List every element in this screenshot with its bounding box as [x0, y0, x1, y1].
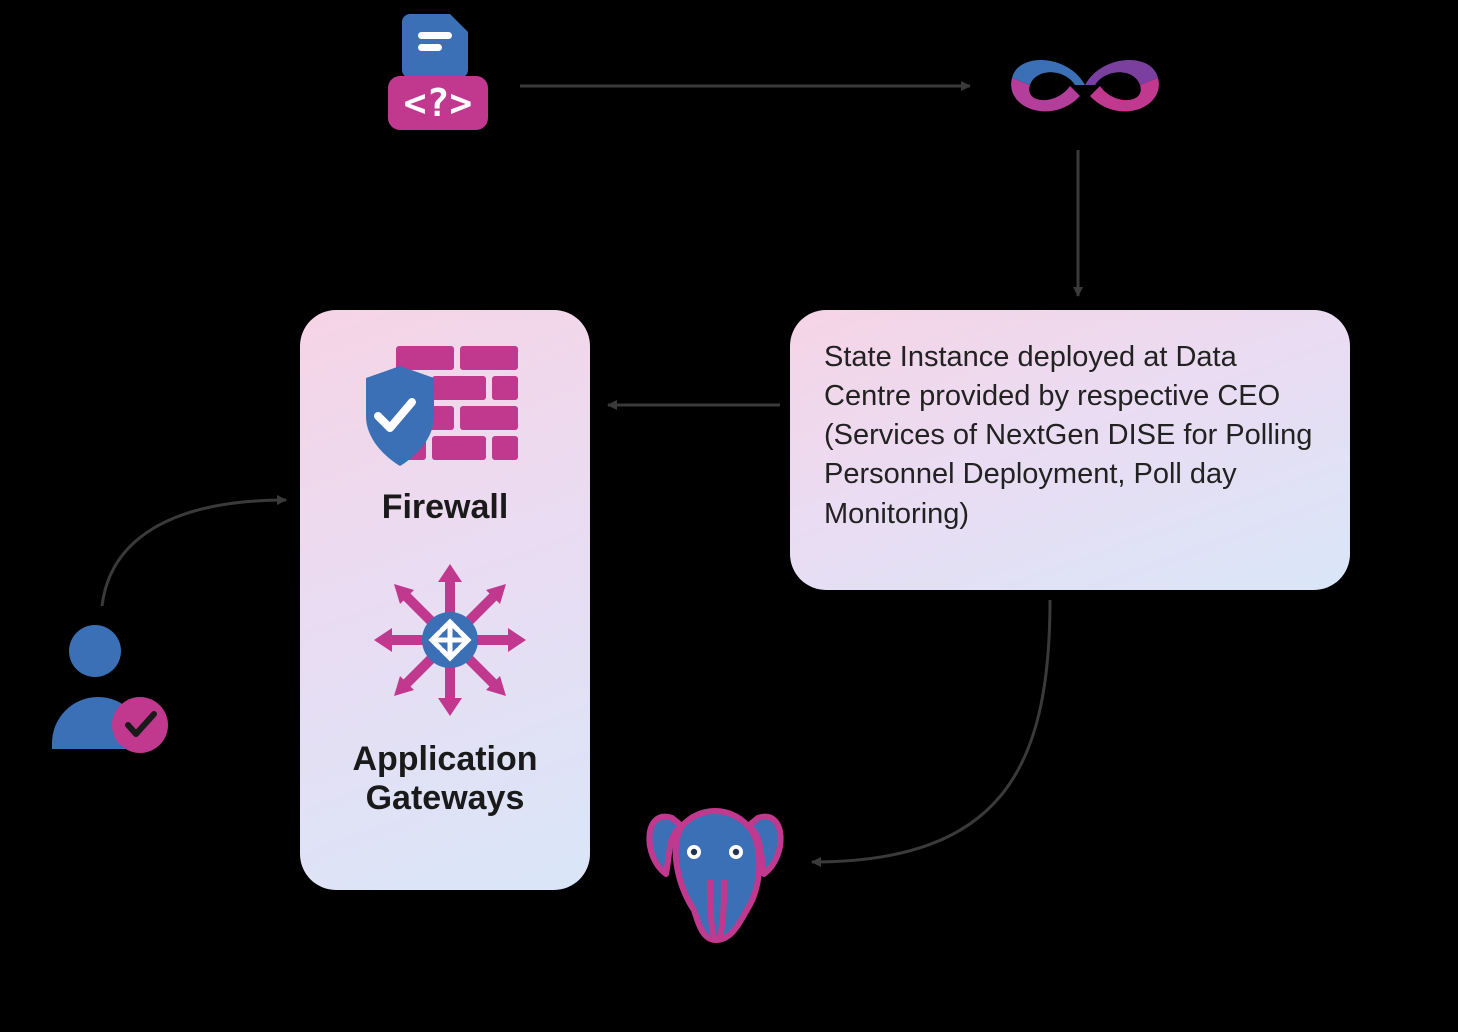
arrow-stateinstance-to-postgres [812, 600, 1050, 862]
arrows-layer [0, 0, 1458, 1032]
arrow-user-to-firewall [102, 500, 286, 606]
architecture-diagram: <?> [0, 0, 1458, 1032]
